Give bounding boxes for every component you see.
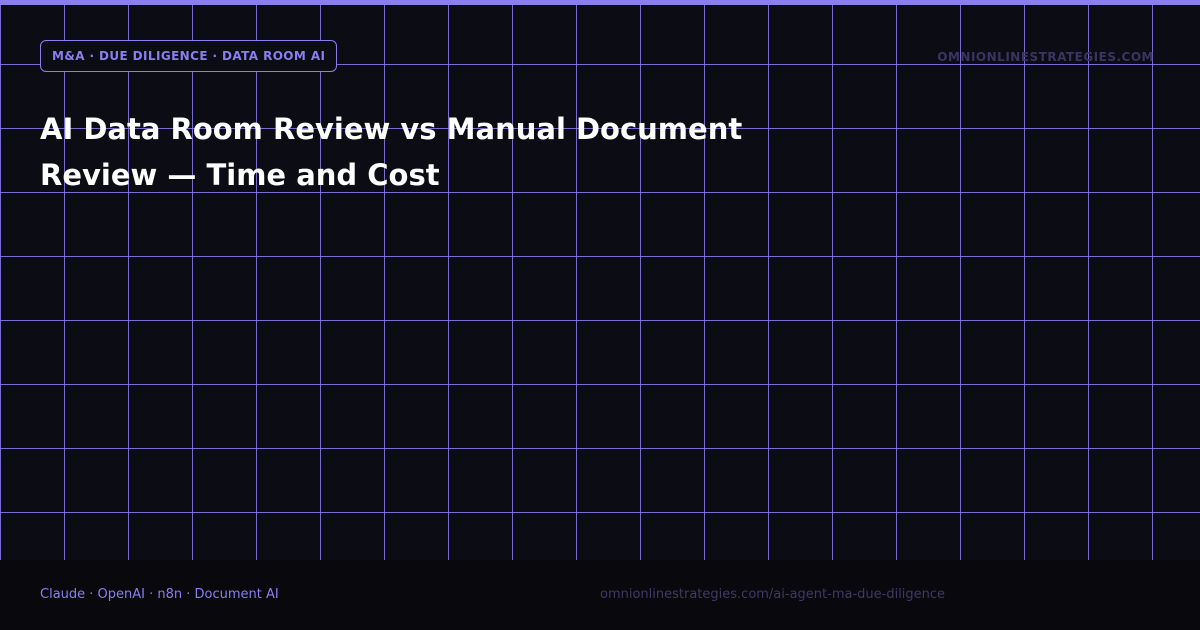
article-url: omnionlinestrategies.com/ai-agent-ma-due…	[600, 587, 946, 602]
tech-stack-label: Claude · OpenAI · n8n · Document AI	[40, 587, 279, 602]
page-title: AI Data Room Review vs Manual Document R…	[40, 112, 743, 192]
footer: Claude · OpenAI · n8n · Document AI omni…	[0, 560, 1200, 630]
category-badge: M&A · DUE DILIGENCE · DATA ROOM AI	[40, 40, 338, 72]
background-grid	[0, 5, 1200, 560]
site-domain: OMNIONLINESTRATEGIES.COM	[937, 50, 1154, 64]
